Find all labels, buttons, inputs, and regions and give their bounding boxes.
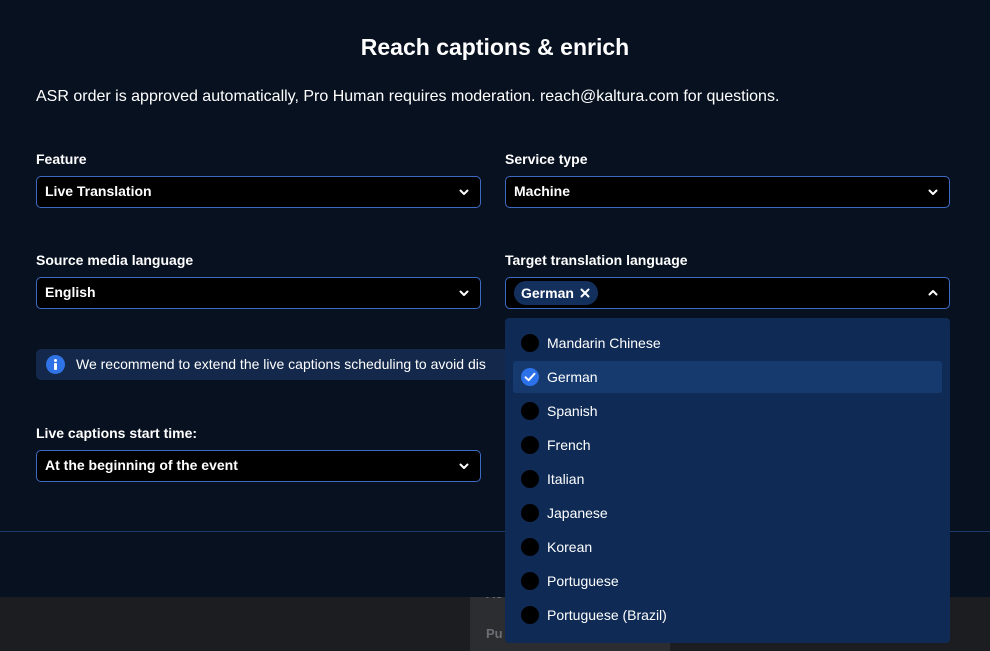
- feature-value: Live Translation: [45, 183, 152, 199]
- language-option[interactable]: Portuguese: [513, 565, 942, 597]
- language-option[interactable]: Mandarin Chinese: [513, 327, 942, 359]
- option-radio[interactable]: [521, 402, 539, 420]
- target-language-dropdown: Mandarin Chinese German Spanish French I…: [505, 318, 950, 643]
- chevron-down-icon: [459, 463, 469, 469]
- option-radio[interactable]: [521, 538, 539, 556]
- language-option[interactable]: Spanish: [513, 395, 942, 427]
- option-label: Italian: [547, 471, 585, 487]
- close-icon[interactable]: [580, 288, 590, 298]
- chevron-up-icon: [928, 290, 938, 296]
- source-language-label: Source media language: [36, 252, 194, 268]
- start-time-label: Live captions start time:: [36, 425, 198, 441]
- language-chip-german: German: [514, 281, 598, 305]
- option-radio[interactable]: [521, 572, 539, 590]
- modal-title: Reach captions & enrich: [360, 34, 630, 60]
- chevron-down-icon: [459, 189, 469, 195]
- option-label: Japanese: [547, 505, 608, 521]
- option-radio[interactable]: [521, 368, 539, 386]
- option-label: Spanish: [547, 403, 598, 419]
- info-banner-text: We recommend to extend the live captions…: [76, 356, 486, 372]
- target-language-select[interactable]: German: [505, 277, 950, 309]
- language-option[interactable]: German: [513, 361, 942, 393]
- feature-select[interactable]: Live Translation: [36, 176, 481, 208]
- start-time-select[interactable]: At the beginning of the event: [36, 450, 481, 482]
- chevron-down-icon: [928, 189, 938, 195]
- service-type-select[interactable]: Machine: [505, 176, 950, 208]
- chevron-down-icon: [459, 290, 469, 296]
- option-label: Mandarin Chinese: [547, 335, 661, 351]
- option-radio[interactable]: [521, 606, 539, 624]
- option-radio[interactable]: [521, 334, 539, 352]
- info-icon: [46, 355, 65, 374]
- option-label: German: [547, 369, 598, 385]
- option-label: Korean: [547, 539, 593, 555]
- service-type-value: Machine: [514, 183, 571, 199]
- language-option[interactable]: Portuguese (Brazil): [513, 599, 942, 631]
- modal-subtitle: ASR order is approved automatically, Pro…: [36, 88, 780, 105]
- language-option[interactable]: French: [513, 429, 942, 461]
- option-radio[interactable]: [521, 470, 539, 488]
- source-language-select[interactable]: English: [36, 277, 481, 309]
- start-time-value: At the beginning of the event: [45, 457, 238, 473]
- language-option[interactable]: Japanese: [513, 497, 942, 529]
- check-icon: [524, 372, 536, 382]
- feature-label: Feature: [36, 151, 87, 167]
- option-radio[interactable]: [521, 504, 539, 522]
- option-radio[interactable]: [521, 436, 539, 454]
- service-type-label: Service type: [505, 151, 588, 167]
- background-card-label-2: Pu: [486, 626, 503, 641]
- chip-label: German: [521, 285, 574, 301]
- option-label: Portuguese (Brazil): [547, 607, 667, 623]
- option-label: Portuguese: [547, 573, 619, 589]
- option-label: French: [547, 437, 591, 453]
- info-banner: We recommend to extend the live captions…: [36, 349, 510, 380]
- source-language-value: English: [45, 284, 96, 300]
- language-option[interactable]: Korean: [513, 531, 942, 563]
- language-option[interactable]: Italian: [513, 463, 942, 495]
- target-language-label: Target translation language: [505, 252, 688, 268]
